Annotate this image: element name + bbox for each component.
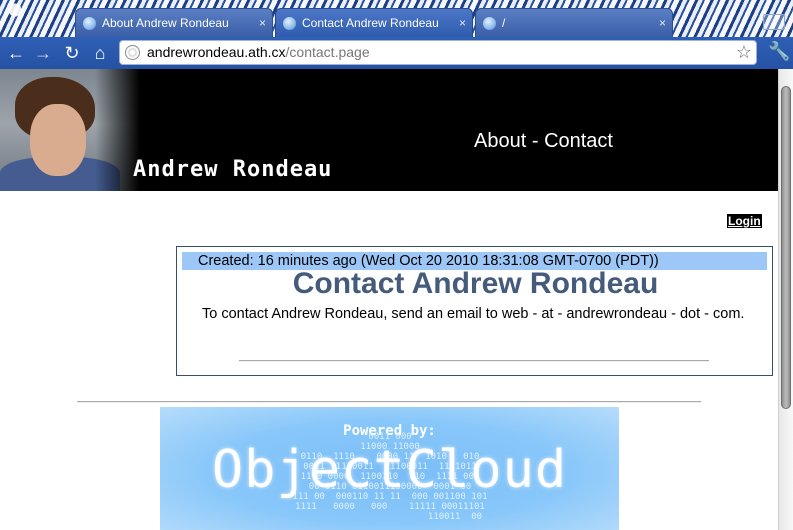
divider	[77, 401, 701, 403]
page-viewport: Andrew Rondeau About - Contact Login Cre…	[0, 69, 778, 530]
tab-about[interactable]: About Andrew Rondeau ×	[75, 8, 273, 37]
vertical-scrollbar[interactable]	[778, 69, 793, 530]
site-nav: About - Contact	[474, 130, 613, 153]
tab-strip: About Andrew Rondeau × Contact Andrew Ro…	[0, 0, 793, 37]
close-icon[interactable]: ×	[259, 9, 266, 37]
browser-toolbar: ← → ↻ ⌂ andrewrondeau.ath.cx/contact.pag…	[0, 37, 793, 69]
globe-icon	[483, 17, 496, 30]
profile-photo	[0, 69, 140, 191]
nav-separator: -	[531, 130, 539, 152]
nav-about-link[interactable]: About	[474, 130, 526, 152]
address-path: /contact.page	[285, 44, 370, 60]
address-bar[interactable]: andrewrondeau.ath.cx/contact.page ☆	[119, 40, 757, 65]
powered-by-label: Powered by:	[343, 423, 436, 439]
forward-icon[interactable]: →	[32, 41, 54, 65]
tab-title: Contact Andrew Rondeau	[302, 16, 439, 30]
tab-title: /	[502, 16, 506, 30]
back-icon[interactable]: ←	[5, 41, 27, 65]
scrollbar-thumb[interactable]	[781, 86, 791, 409]
site-header: Andrew Rondeau About - Contact	[0, 69, 778, 191]
close-icon[interactable]: ×	[459, 9, 466, 37]
wrench-icon[interactable]: 🔧	[768, 41, 790, 62]
address-host: andrewrondeau.ath.cx	[147, 44, 286, 60]
login-link[interactable]: Login	[727, 214, 762, 228]
close-icon[interactable]: ×	[659, 9, 666, 37]
star-icon[interactable]: ☆	[736, 41, 752, 64]
reload-icon[interactable]: ↻	[61, 41, 83, 65]
powered-by-banner[interactable]: 0011 000 11000 11000 0110 1110 0000 11 1…	[160, 407, 619, 530]
tab-contact[interactable]: Contact Andrew Rondeau ×	[275, 8, 473, 37]
content-box: Created: 16 minutes ago (Wed Oct 20 2010…	[176, 246, 773, 376]
contact-text: To contact Andrew Rondeau, send an email…	[202, 306, 745, 322]
globe-icon	[125, 45, 140, 60]
objectcloud-logo: ObjectCloud	[211, 440, 568, 500]
window-button[interactable]	[763, 14, 785, 30]
home-icon[interactable]: ⌂	[89, 41, 111, 65]
tab-root[interactable]: / ×	[475, 8, 673, 37]
address-url[interactable]: andrewrondeau.ath.cx/contact.page	[147, 41, 370, 64]
tab-title: About Andrew Rondeau	[102, 16, 229, 30]
globe-icon	[283, 17, 296, 30]
page-title: Contact Andrew Rondeau	[292, 267, 659, 300]
globe-icon	[83, 17, 96, 30]
nav-contact-link[interactable]: Contact	[544, 130, 613, 152]
divider	[239, 360, 709, 362]
site-name: Andrew Rondeau	[133, 157, 333, 182]
